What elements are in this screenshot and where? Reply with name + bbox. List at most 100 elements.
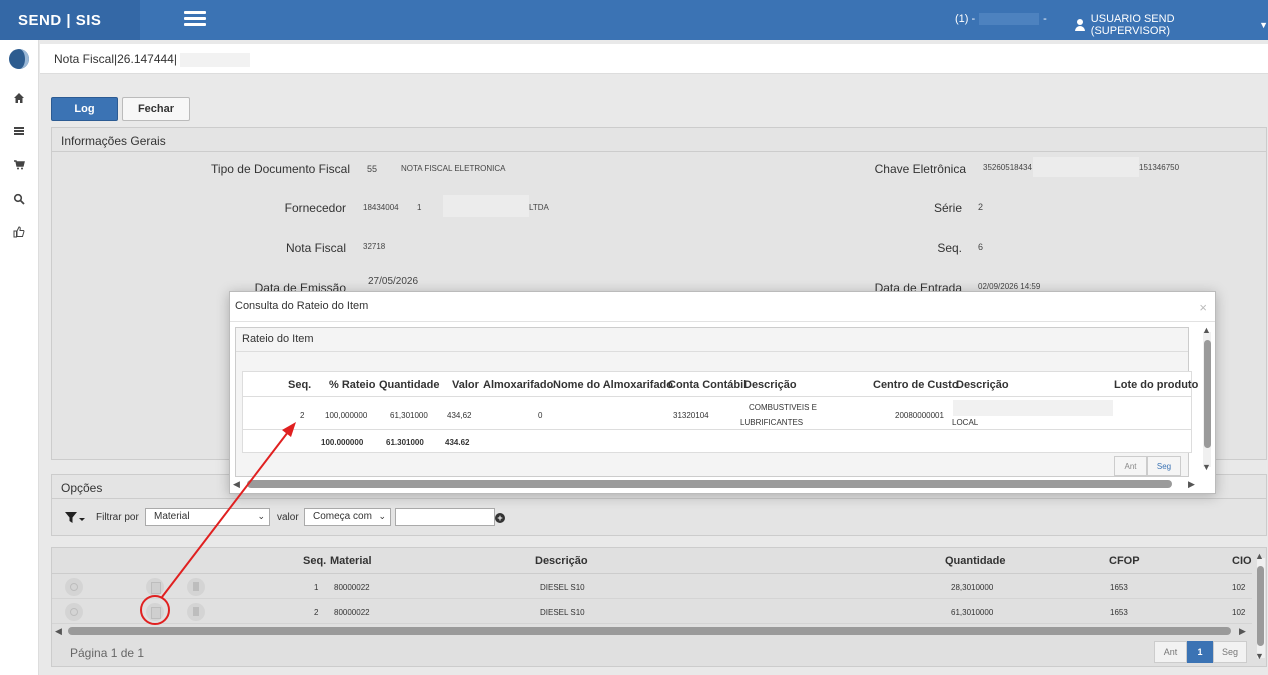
notifications-redacted [979, 13, 1040, 26]
cell-descricao-2: LOCAL [952, 418, 979, 427]
search-icon[interactable] [12, 193, 26, 207]
page-info: Página 1 de 1 [70, 646, 145, 660]
cell-quantidade: 28,3010000 [951, 583, 994, 592]
seq-value: 6 [978, 242, 984, 252]
col-nome-almoxarifado: Nome do Almoxarifado [553, 379, 673, 391]
col-material[interactable]: Material [330, 555, 372, 567]
notifications-trail: - [1043, 13, 1047, 25]
row-divider [243, 429, 1191, 430]
scroll-left-icon[interactable]: ◀ [55, 626, 62, 637]
cart-icon[interactable] [12, 159, 26, 173]
sidebar [0, 40, 39, 675]
nota-fiscal-value: 32718 [363, 242, 386, 251]
filter-field-select[interactable]: Material ⌄ [145, 508, 270, 526]
view-icon[interactable] [65, 578, 83, 596]
table-row[interactable]: 2 80000022 DIESEL S10 61,3010000 1653 10… [52, 600, 1252, 624]
close-icon[interactable]: × [1199, 300, 1207, 315]
col-conta-contabil: Conta Contábil [668, 379, 747, 391]
scroll-down-icon[interactable]: ▼ [1255, 651, 1264, 661]
log-button[interactable]: Log [51, 97, 118, 121]
scroll-right-icon[interactable]: ▶ [1188, 479, 1195, 490]
cell-cfop: 1653 [1110, 608, 1128, 617]
grid-vertical-scrollbar[interactable] [1257, 566, 1264, 646]
list-icon[interactable] [12, 125, 26, 139]
add-filter-icon[interactable]: + [495, 513, 505, 523]
scroll-up-icon[interactable]: ▲ [1255, 551, 1264, 561]
view-icon[interactable] [65, 603, 83, 621]
breadcrumb: Nota Fiscal|26.147444| [40, 44, 1268, 74]
breadcrumb-redacted [180, 52, 251, 67]
col-seq[interactable]: Seq. [303, 555, 326, 567]
cell-material: 80000022 [334, 608, 370, 617]
col-almoxarifado: Almoxarifado [483, 379, 554, 391]
cell-valor: 434,62 [447, 411, 472, 420]
prev-page-button[interactable]: Ant [1154, 641, 1187, 663]
tipo-doc-label: Tipo de Documento Fiscal [211, 162, 350, 176]
notifications-count: (1) - [955, 13, 976, 25]
notifications[interactable]: (1) - - [955, 13, 1047, 26]
modal-vertical-scrollbar[interactable] [1204, 340, 1211, 448]
rateio-table: Seq. % Rateio Quantidade Valor Almoxarif… [242, 371, 1198, 453]
scroll-down-icon[interactable]: ▼ [1202, 462, 1211, 472]
table-row[interactable]: 1 80000022 DIESEL S10 28,3010000 1653 10… [52, 575, 1252, 599]
filter-icon[interactable] [64, 511, 86, 525]
cell-seq: 1 [314, 583, 319, 592]
col-cfop[interactable]: CFOP [1109, 555, 1140, 567]
breadcrumb-text: Nota Fiscal|26.147444| [54, 52, 177, 66]
thumbs-up-icon[interactable] [12, 226, 26, 240]
close-button[interactable]: Fechar [122, 97, 190, 121]
section-title: Rateio do Item [236, 328, 1188, 352]
serie-label: Série [933, 201, 962, 215]
user-name: USUARIO SEND (SUPERVISOR) [1090, 13, 1175, 37]
page-1-button[interactable]: 1 [1187, 641, 1213, 663]
filter-value-input[interactable] [395, 508, 495, 526]
app-brand[interactable]: SEND | SIS [0, 0, 140, 40]
match-mode-value: Começa com [313, 511, 372, 522]
col-descricao: Descrição [744, 379, 797, 391]
next-page-button[interactable]: Seg [1213, 641, 1247, 663]
modal-divider [230, 321, 1215, 322]
header-divider [243, 396, 1191, 397]
items-grid: Seq. Material Descrição Quantidade CFOP … [51, 547, 1267, 667]
document-icon[interactable] [187, 578, 205, 596]
descricao-redacted [953, 400, 1113, 416]
col-quantidade[interactable]: Quantidade [945, 555, 1006, 567]
grid-horizontal-scrollbar[interactable] [68, 627, 1231, 635]
home-icon[interactable] [12, 92, 26, 106]
fornecedor-redacted [443, 195, 529, 217]
scroll-left-icon[interactable]: ◀ [233, 479, 240, 490]
nota-fiscal-label: Nota Fiscal [285, 241, 346, 255]
user-menu[interactable]: USUARIO SEND (SUPERVISOR) ▼ [1074, 13, 1268, 37]
rateio-icon[interactable] [146, 578, 164, 596]
col-cio[interactable]: CIO [1232, 555, 1252, 567]
cell-conta: 31320104 [673, 411, 709, 420]
panel-title: Informações Gerais [52, 128, 1266, 152]
modal-next-button[interactable]: Seg [1147, 456, 1181, 476]
data-emissao-value: 27/05/2026 [368, 276, 419, 287]
cell-cfop: 1653 [1110, 583, 1128, 592]
data-entrada-value: 02/09/2026 14:59 [978, 282, 1041, 291]
filter-label: Filtrar por [96, 512, 139, 523]
cell-centro: 20080000001 [895, 411, 944, 420]
cell-descricao-line2: LUBRIFICANTES [740, 418, 804, 427]
caret-down-icon: ▼ [1259, 20, 1268, 30]
match-mode-select[interactable]: Começa com ⌄ [304, 508, 391, 526]
modal-prev-button[interactable]: Ant [1114, 456, 1147, 476]
top-bar: SEND | SIS (1) - - USUARIO SEND (SUPERVIS… [0, 0, 1268, 40]
modal-title: Consulta do Rateio do Item [235, 300, 369, 312]
hamburger-menu-icon[interactable] [184, 11, 206, 29]
cell-almoxarifado: 0 [538, 411, 543, 420]
total-rateio: 100.000000 [321, 438, 364, 447]
tipo-doc-code: 55 [367, 164, 378, 174]
filter-field-value: Material [154, 511, 190, 522]
document-icon[interactable] [187, 603, 205, 621]
cell-quantidade: 61,301000 [390, 411, 428, 420]
col-seq: Seq. [288, 379, 312, 391]
modal-horizontal-scrollbar[interactable] [247, 480, 1172, 488]
col-descricao[interactable]: Descrição [535, 555, 588, 567]
col-rateio: % Rateio [329, 379, 376, 391]
grid-header: Seq. Material Descrição Quantidade CFOP … [52, 548, 1252, 574]
cell-descricao: DIESEL S10 [540, 608, 585, 617]
scroll-right-icon[interactable]: ▶ [1239, 626, 1246, 637]
scroll-up-icon[interactable]: ▲ [1202, 325, 1211, 335]
